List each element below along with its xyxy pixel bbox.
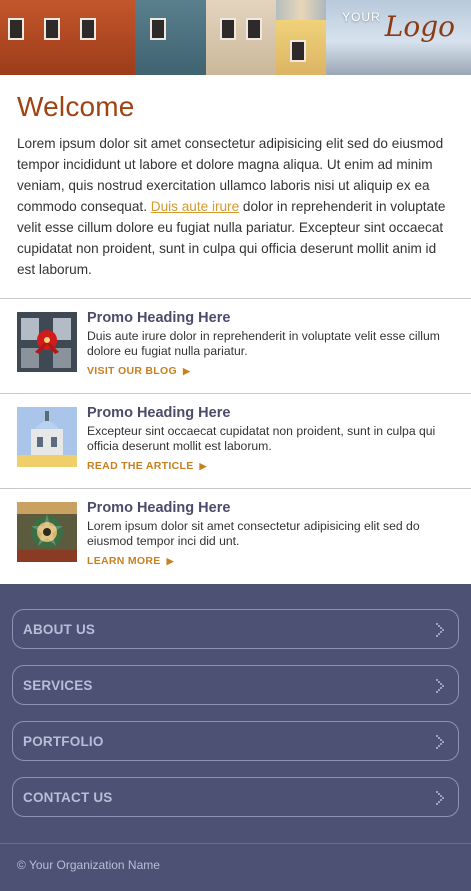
bottom-nav: ABOUT US SERVICES PORTFOLIO CONTACT US <box>0 584 471 843</box>
banner-building-2 <box>135 0 207 75</box>
promo-link-label: READ THE ARTICLE <box>87 460 194 472</box>
promo-item: Promo Heading Here Duis aute irure dolor… <box>0 298 471 393</box>
banner-window <box>290 40 306 62</box>
welcome-section: Welcome Lorem ipsum dolor sit amet conse… <box>0 75 471 280</box>
welcome-body: Lorem ipsum dolor sit amet consectetur a… <box>17 133 454 280</box>
header-banner: YOUR Logo <box>0 0 471 75</box>
nav-item-contact-us[interactable]: CONTACT US <box>12 777 459 817</box>
arrow-right-icon: ▶ <box>199 460 207 471</box>
mobile-page: YOUR Logo Welcome Lorem ipsum dolor sit a… <box>0 0 471 891</box>
logo[interactable]: YOUR Logo <box>342 10 455 43</box>
banner-building-3 <box>206 0 276 75</box>
welcome-title: Welcome <box>17 91 135 122</box>
read-article-link[interactable]: READ THE ARTICLE ▶ <box>87 460 207 472</box>
chevron-right-icon <box>436 623 444 637</box>
promo-list: Promo Heading Here Duis aute irure dolor… <box>0 298 471 583</box>
nav-item-label: ABOUT US <box>23 622 96 637</box>
logo-text: Logo <box>384 10 455 43</box>
promo-description: Lorem ipsum dolor sit amet consectetur a… <box>87 519 420 548</box>
promo-heading: Promo Heading Here <box>87 405 231 421</box>
promo-item: Promo Heading Here Lorem ipsum dolor sit… <box>0 488 471 583</box>
chevron-right-icon <box>436 679 444 693</box>
nav-item-portfolio[interactable]: PORTFOLIO <box>12 721 459 761</box>
building-dome-icon[interactable] <box>17 407 77 467</box>
banner-window <box>44 18 60 40</box>
learn-more-link[interactable]: LEARN MORE ▶ <box>87 555 174 567</box>
nav-item-services[interactable]: SERVICES <box>12 665 459 705</box>
promo-link-label: VISIT OUR BLOG <box>87 365 177 377</box>
banner-window <box>80 18 96 40</box>
promo-description: Duis aute irure dolor in reprehenderit i… <box>87 329 440 358</box>
arrow-right-icon: ▶ <box>166 555 174 566</box>
banner-window <box>150 18 166 40</box>
nav-item-label: SERVICES <box>23 678 93 693</box>
christmas-window-icon[interactable] <box>17 312 77 372</box>
banner-window <box>8 18 24 40</box>
logo-small-text: YOUR <box>342 10 381 24</box>
emblem-sign-icon[interactable] <box>17 502 77 562</box>
welcome-inline-link[interactable]: Duis aute irure <box>151 199 239 214</box>
promo-heading: Promo Heading Here <box>87 500 231 516</box>
chevron-right-icon <box>436 735 444 749</box>
promo-text: Promo Heading Here Duis aute irure dolor… <box>87 310 459 379</box>
visit-blog-link[interactable]: VISIT OUR BLOG ▶ <box>87 365 190 377</box>
promo-text: Promo Heading Here Excepteur sint occaec… <box>87 405 459 474</box>
copyright-text: © Your Organization Name <box>17 858 160 872</box>
promo-heading: Promo Heading Here <box>87 310 231 326</box>
promo-text: Promo Heading Here Lorem ipsum dolor sit… <box>87 500 459 569</box>
nav-item-about-us[interactable]: ABOUT US <box>12 609 459 649</box>
promo-link-label: LEARN MORE <box>87 555 161 567</box>
nav-item-label: CONTACT US <box>23 790 113 805</box>
banner-window <box>220 18 236 40</box>
promo-item: Promo Heading Here Excepteur sint occaec… <box>0 393 471 488</box>
chevron-right-icon <box>436 791 444 805</box>
nav-item-label: PORTFOLIO <box>23 734 104 749</box>
promo-description: Excepteur sint occaecat cupidatat non pr… <box>87 424 436 453</box>
arrow-right-icon: ▶ <box>182 365 191 376</box>
banner-window <box>246 18 262 40</box>
footer: © Your Organization Name <box>0 843 471 891</box>
